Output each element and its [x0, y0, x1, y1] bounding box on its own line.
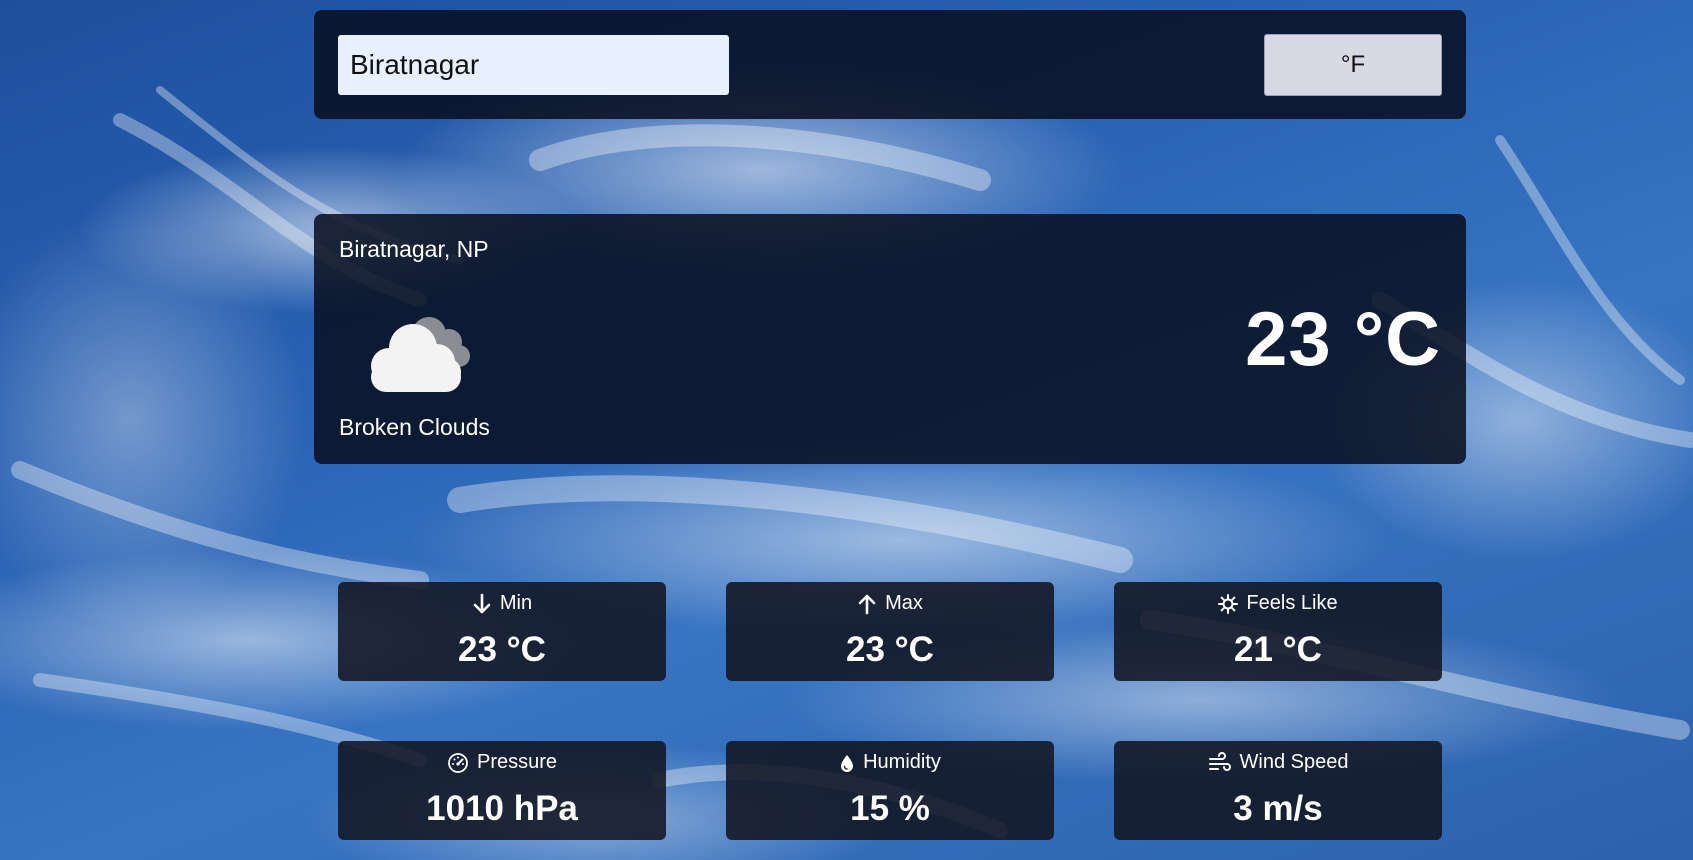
min-temp-value: 23 °C	[458, 630, 546, 669]
max-temp-value: 23 °C	[846, 630, 934, 669]
feels-like-card: Feels Like 21 °C	[1114, 582, 1442, 681]
pressure-label: Pressure	[476, 751, 558, 773]
current-weather-card: Biratnagar, NP Broken Clouds 23 °C	[314, 214, 1466, 464]
min-temp-label: Min	[499, 592, 533, 614]
min-temp-card: Min 23 °C	[338, 582, 666, 681]
current-temperature: 23 °C	[1245, 297, 1441, 382]
arrow-down-icon	[473, 593, 491, 613]
pressure-value: 1010 hPa	[426, 789, 578, 828]
max-temp-card: Max 23 °C	[726, 582, 1054, 681]
humidity-card: Humidity 15 %	[726, 741, 1054, 840]
sun-icon	[1218, 593, 1239, 614]
condition-label: Broken Clouds	[339, 414, 490, 440]
arrow-up-icon	[858, 594, 876, 614]
city-search-input[interactable]	[338, 35, 729, 95]
wind-speed-card: Wind Speed 3 m/s	[1114, 741, 1442, 840]
max-temp-label: Max	[885, 592, 923, 614]
wind-icon	[1208, 751, 1231, 771]
search-bar: °F	[314, 10, 1466, 119]
unit-toggle-button[interactable]: °F	[1264, 34, 1442, 96]
droplet-icon	[841, 754, 854, 772]
humidity-label: Humidity	[863, 751, 941, 773]
wind-speed-value: 3 m/s	[1233, 789, 1323, 828]
wind-speed-label: Wind Speed	[1239, 751, 1349, 773]
humidity-value: 15 %	[850, 789, 930, 828]
location-label: Biratnagar, NP	[339, 236, 489, 262]
pressure-card: Pressure 1010 hPa	[338, 741, 666, 840]
gauge-icon	[448, 752, 468, 773]
broken-clouds-icon	[371, 317, 470, 392]
feels-like-value: 21 °C	[1234, 630, 1322, 669]
feels-like-label: Feels Like	[1246, 592, 1338, 614]
